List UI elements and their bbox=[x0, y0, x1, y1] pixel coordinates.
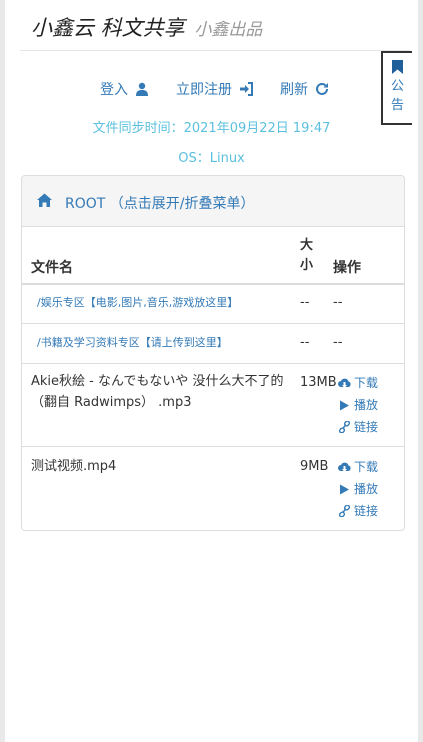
link-button[interactable]: 链接 bbox=[338, 416, 378, 438]
link-icon bbox=[338, 420, 351, 434]
download-label: 下载 bbox=[354, 460, 379, 474]
link-label: 链接 bbox=[354, 420, 379, 434]
register-label: 立即注册 bbox=[176, 82, 232, 98]
login-link[interactable]: 登入 bbox=[100, 79, 149, 99]
cloud-download-icon bbox=[338, 378, 351, 388]
download-button[interactable]: 下载 bbox=[338, 372, 378, 394]
cloud-download-icon bbox=[338, 462, 351, 472]
folder-link-books[interactable]: /书籍及学习资料专区【请上传到这里】 bbox=[37, 332, 228, 353]
link-button[interactable]: 链接 bbox=[338, 500, 378, 522]
brand-subtitle: 小鑫出品 bbox=[194, 20, 263, 40]
row-size: -- bbox=[300, 335, 310, 350]
user-icon bbox=[136, 82, 149, 96]
refresh-link[interactable]: 刷新 bbox=[280, 79, 329, 99]
os-info: OS：Linux bbox=[178, 151, 245, 166]
brand-name: 小鑫云 科文共享 bbox=[31, 16, 185, 40]
download-label: 下载 bbox=[354, 376, 379, 390]
refresh-label: 刷新 bbox=[280, 82, 308, 98]
column-header-actions: 操作 bbox=[333, 260, 361, 276]
divider bbox=[20, 50, 410, 51]
notice-label: 公告 bbox=[390, 79, 404, 113]
login-label: 登入 bbox=[100, 82, 128, 98]
file-panel: ROOT （点击展开/折叠菜单） 文件名 大小 操作 /娱乐专区【电影,图片,音… bbox=[21, 175, 405, 531]
row-divider bbox=[22, 363, 404, 364]
link-icon bbox=[338, 504, 351, 518]
download-button[interactable]: 下载 bbox=[338, 456, 378, 478]
sign-in-icon bbox=[240, 82, 254, 96]
column-header-size: 大小 bbox=[300, 238, 314, 273]
home-icon bbox=[37, 193, 52, 207]
notice-tab[interactable]: 公告 bbox=[381, 51, 412, 125]
file-name: Akie秋絵 - なんでもないや 没什么大不了的（翻自 Radwimps） .m… bbox=[31, 374, 284, 410]
file-size: 13MB bbox=[300, 375, 337, 390]
page: 小鑫云 科文共享 小鑫出品 登入 立即注册 刷新 公告 文件同步时间：2021年… bbox=[5, 0, 418, 742]
panel-header[interactable]: ROOT （点击展开/折叠菜单） bbox=[22, 176, 404, 227]
row-actions: -- bbox=[333, 335, 343, 350]
play-label: 播放 bbox=[354, 482, 379, 496]
panel-title: ROOT （点击展开/折叠菜单） bbox=[65, 196, 255, 212]
row-actions: -- bbox=[333, 295, 343, 310]
column-header-name: 文件名 bbox=[31, 260, 73, 276]
register-link[interactable]: 立即注册 bbox=[176, 79, 254, 99]
sync-time: 文件同步时间：2021年09月22日 19:47 bbox=[92, 121, 331, 136]
refresh-icon bbox=[316, 82, 329, 95]
row-divider bbox=[22, 446, 404, 447]
file-size: 9MB bbox=[300, 459, 329, 474]
file-name: 测试视频.mp4 bbox=[31, 459, 117, 474]
play-button[interactable]: 播放 bbox=[338, 478, 378, 500]
row-divider bbox=[22, 323, 404, 324]
bookmark-icon bbox=[392, 60, 403, 74]
play-icon bbox=[340, 400, 349, 411]
play-label: 播放 bbox=[354, 398, 379, 412]
brand-title[interactable]: 小鑫云 科文共享 小鑫出品 bbox=[31, 12, 262, 42]
header-divider bbox=[22, 283, 404, 285]
row-size: -- bbox=[300, 295, 310, 310]
link-label: 链接 bbox=[354, 504, 379, 518]
folder-link-entertainment[interactable]: /娱乐专区【电影,图片,音乐,游戏放这里】 bbox=[37, 292, 238, 313]
play-button[interactable]: 播放 bbox=[338, 394, 378, 416]
play-icon bbox=[340, 484, 349, 495]
